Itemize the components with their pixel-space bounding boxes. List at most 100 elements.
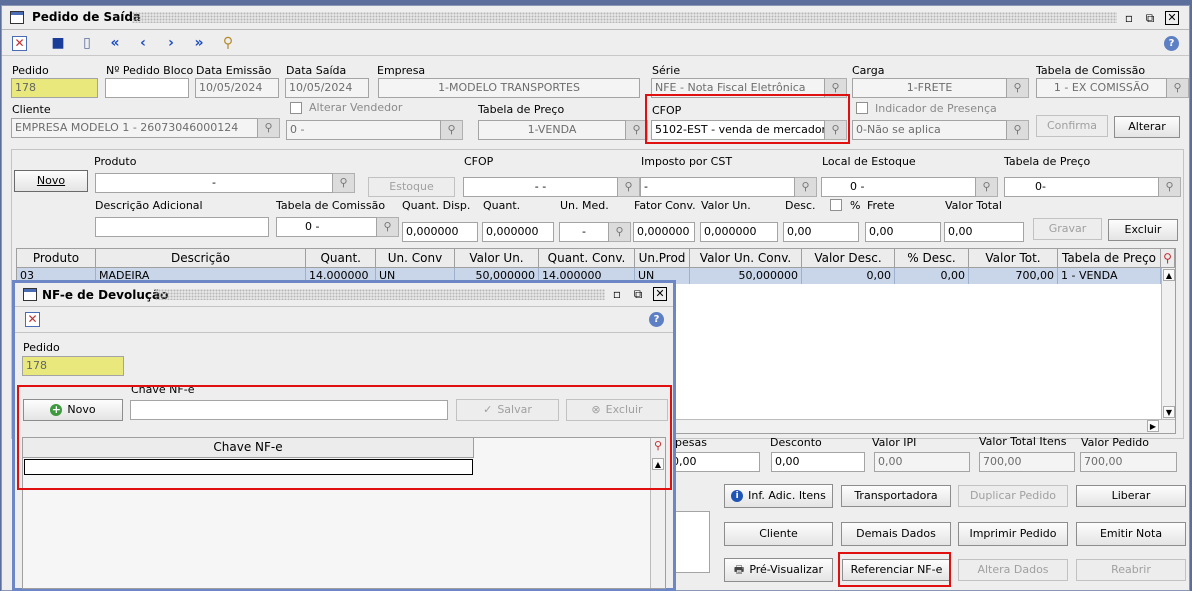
valor-un-field[interactable]: 0,000000	[700, 222, 778, 242]
dialog-close-red-icon[interactable]: ✕	[25, 312, 40, 327]
dialog-help-icon[interactable]: ?	[649, 312, 664, 327]
col-header[interactable]: Tabela de Preço	[1058, 249, 1161, 268]
duplicar-pedido-button[interactable]: Duplicar Pedido	[958, 485, 1068, 507]
col-header[interactable]: Valor Tot.	[969, 249, 1058, 268]
indicador-presenca-lookup-icon[interactable]: ⚲	[1007, 120, 1029, 140]
descricao-field[interactable]	[95, 217, 269, 237]
search-icon[interactable]: ⚲	[219, 34, 237, 52]
alterar-vendedor-checkbox[interactable]	[290, 102, 302, 114]
cliente-field[interactable]: EMPRESA MODELO 1 - 26073046000124	[11, 118, 258, 138]
close-red-icon[interactable]: ✕	[12, 36, 27, 51]
reabrir-button[interactable]: Reabrir	[1076, 559, 1186, 581]
col-header[interactable]: Un.Prod	[635, 249, 690, 268]
inf-adic-itens-button[interactable]: i Inf. Adic. Itens	[724, 484, 833, 508]
help-icon[interactable]: ?	[1164, 36, 1179, 51]
col-header[interactable]: Produto	[17, 249, 96, 268]
cliente-lookup-icon[interactable]: ⚲	[258, 118, 280, 138]
produto-lookup-icon[interactable]: ⚲	[333, 173, 355, 193]
valor-total-itens-field[interactable]: 700,00	[979, 452, 1075, 472]
frete-field[interactable]: 0,00	[865, 222, 941, 242]
item-cfop-field[interactable]: - -	[463, 177, 618, 197]
vendedor-field[interactable]: 0 -	[286, 120, 441, 140]
gravar-button[interactable]: Gravar	[1033, 218, 1102, 240]
confirma-button[interactable]: Confirma	[1036, 115, 1108, 137]
produto-field[interactable]: -	[95, 173, 333, 193]
previous-icon[interactable]: ‹	[134, 34, 152, 52]
scroll-up-icon[interactable]: ▲	[1163, 269, 1175, 281]
data-emissao-field[interactable]: 10/05/2024	[195, 78, 279, 98]
valor-pedido-field[interactable]: 700,00	[1080, 452, 1177, 472]
dialog-pedido-field[interactable]: 178	[22, 356, 124, 376]
carga-lookup-icon[interactable]: ⚲	[1007, 78, 1029, 98]
item-tabela-preco-field[interactable]: 0-	[1004, 177, 1159, 197]
items-vertical-scrollbar[interactable]: ▲ ▼	[1161, 268, 1175, 419]
local-estoque-field[interactable]: 0 -	[821, 177, 976, 197]
indicador-presenca-field[interactable]: 0-Não se aplica	[852, 120, 1007, 140]
transportadora-button[interactable]: Transportadora	[841, 485, 951, 507]
imprimir-pedido-button[interactable]: Imprimir Pedido	[958, 522, 1068, 546]
liberar-button[interactable]: Liberar	[1076, 485, 1186, 507]
despesas-field[interactable]: 0,00	[668, 452, 760, 472]
un-med-field[interactable]: -	[559, 222, 609, 242]
demais-dados-button[interactable]: Demais Dados	[841, 522, 951, 546]
last-icon[interactable]: »	[190, 34, 208, 52]
tabela-preco-field[interactable]: 1-VENDA	[478, 120, 626, 140]
fator-conv-field[interactable]: 0,000000	[633, 222, 695, 242]
desc-field[interactable]: 0,00	[783, 222, 859, 242]
cliente-button[interactable]: Cliente	[724, 522, 833, 546]
imposto-lookup-icon[interactable]: ⚲	[795, 177, 817, 197]
first-icon[interactable]: «	[106, 34, 124, 52]
col-header[interactable]: Un. Conv	[376, 249, 455, 268]
desc-percent-checkbox[interactable]	[830, 199, 842, 211]
col-header[interactable]: Quant. Conv.	[539, 249, 635, 268]
close-icon[interactable]: ✕	[1165, 11, 1179, 25]
quant-field[interactable]: 0,000000	[482, 222, 554, 242]
tabela-comissao-lookup-icon[interactable]: ⚲	[1167, 78, 1189, 98]
imposto-field[interactable]: -	[640, 177, 795, 197]
minimize-icon[interactable]: ▫	[1122, 11, 1136, 25]
alterar-button[interactable]: Alterar	[1114, 116, 1180, 138]
vendedor-lookup-icon[interactable]: ⚲	[441, 120, 463, 140]
carga-field[interactable]: 1-FRETE	[852, 78, 1007, 98]
new-doc-icon[interactable]: ▯	[78, 34, 96, 52]
excluir-item-button[interactable]: Excluir	[1108, 219, 1178, 241]
next-icon[interactable]: ›	[162, 34, 180, 52]
desconto-label: Desconto	[770, 436, 822, 449]
pedido-field[interactable]: 178	[11, 78, 98, 98]
maximize-icon[interactable]: ⧉	[1143, 11, 1157, 25]
empresa-field[interactable]: 1-MODELO TRANSPORTES	[378, 78, 640, 98]
item-tabela-preco-lookup-icon[interactable]: ⚲	[1159, 177, 1181, 197]
pre-visualizar-button[interactable]: 🖶 Pré-Visualizar	[724, 558, 833, 582]
dialog-close-icon[interactable]: ✕	[653, 287, 667, 301]
item-cfop-lookup-icon[interactable]: ⚲	[618, 177, 640, 197]
scroll-right-icon[interactable]: ▶	[1147, 420, 1159, 432]
col-header[interactable]: Valor Desc.	[802, 249, 895, 268]
desconto-field[interactable]: 0,00	[771, 452, 865, 472]
valor-total-field[interactable]: 0,00	[944, 222, 1024, 242]
observacao-area[interactable]	[675, 511, 710, 573]
dialog-maximize-icon[interactable]: ⧉	[631, 287, 645, 301]
indicador-presenca-checkbox[interactable]	[856, 102, 868, 114]
save-icon[interactable]: ■	[49, 34, 67, 52]
col-header[interactable]: % Desc.	[895, 249, 969, 268]
data-saida-field[interactable]: 10/05/2024	[285, 78, 369, 98]
col-header[interactable]: Descrição	[96, 249, 306, 268]
quant-disp-field[interactable]: 0,000000	[402, 222, 478, 242]
local-estoque-lookup-icon[interactable]: ⚲	[976, 177, 998, 197]
novo-item-button[interactable]: Novo	[14, 170, 88, 192]
col-header[interactable]: Valor Un.	[455, 249, 539, 268]
estoque-button[interactable]: Estoque	[368, 177, 455, 197]
tabela-comissao-field[interactable]: 1 - EX COMISSÃO	[1036, 78, 1167, 98]
item-tabela-comissao-field[interactable]: 0 -	[276, 217, 377, 237]
item-tabela-comissao-lookup-icon[interactable]: ⚲	[377, 217, 399, 237]
pedido-bloco-field[interactable]	[105, 78, 189, 98]
emitir-nota-button[interactable]: Emitir Nota	[1076, 522, 1186, 546]
column-chooser-icon[interactable]: ⚲	[1161, 249, 1175, 268]
col-header[interactable]: Valor Un. Conv.	[690, 249, 802, 268]
col-header[interactable]: Quant.	[306, 249, 376, 268]
altera-dados-button[interactable]: Altera Dados	[958, 559, 1068, 581]
valor-ipi-field[interactable]: 0,00	[874, 452, 970, 472]
dialog-minimize-icon[interactable]: ▫	[610, 287, 624, 301]
un-med-lookup-icon[interactable]: ⚲	[609, 222, 631, 242]
scroll-down-icon[interactable]: ▼	[1163, 406, 1175, 418]
